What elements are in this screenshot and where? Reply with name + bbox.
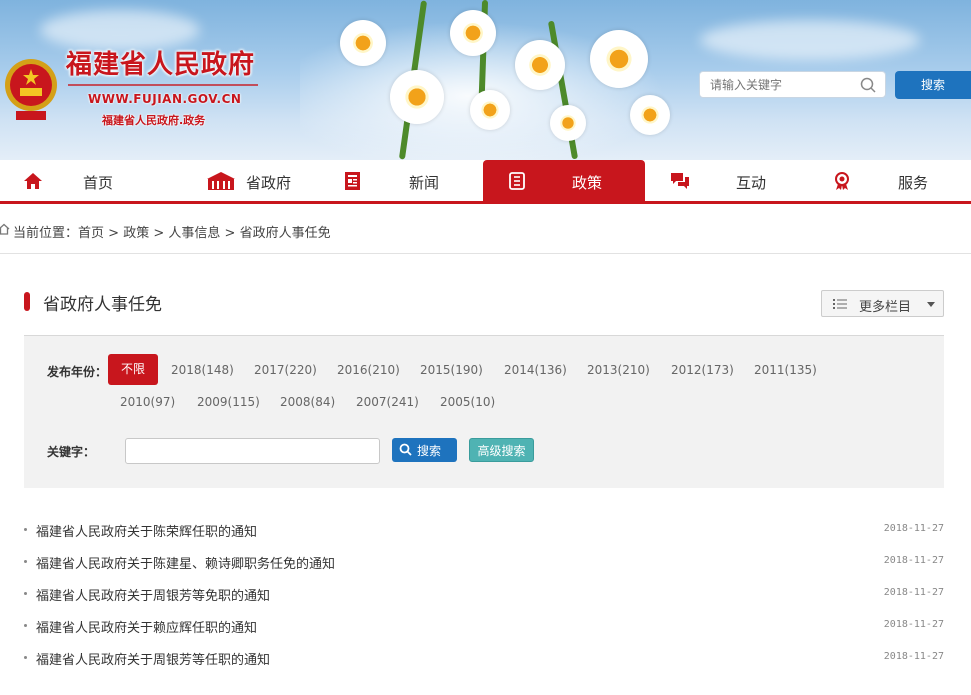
advanced-search-button[interactable]: 高级搜索	[469, 438, 534, 462]
breadcrumb-separator: >	[149, 226, 169, 241]
nav-label: 新闻	[409, 174, 440, 192]
site-search-button[interactable]: 搜索	[895, 71, 971, 99]
article-title-link[interactable]: 福建省人民政府关于赖应辉任职的通知	[36, 617, 257, 636]
article-title-link[interactable]: 福建省人民政府关于陈建星、赖诗卿职务任免的通知	[36, 553, 335, 572]
list-item: 福建省人民政府关于陈荣辉任职的通知 2018-11-27	[24, 513, 944, 545]
article-title-link[interactable]: 福建省人民政府关于周银芳等任职的通知	[36, 649, 270, 668]
search-icon[interactable]	[860, 77, 876, 93]
site-search-box	[699, 71, 886, 98]
year-option[interactable]: 2007(241)	[356, 395, 419, 409]
keyword-search-label: 搜索	[417, 444, 442, 458]
article-date: 2018-11-27	[883, 523, 944, 534]
chevron-down-icon	[927, 302, 935, 307]
site-search-input[interactable]	[700, 72, 850, 97]
nav-label: 服务	[898, 174, 929, 192]
year-option[interactable]: 2008(84)	[280, 395, 335, 409]
site-url: WWW.FUJIAN.GOV.CN	[88, 92, 242, 106]
nav-item-interaction[interactable]: 互动	[645, 160, 807, 201]
national-emblem-icon	[5, 59, 57, 120]
article-date: 2018-11-27	[883, 555, 944, 566]
keyword-label: 关键字：	[47, 445, 96, 459]
section-title: 省政府人事任免	[43, 295, 162, 315]
nav-label: 政策	[572, 174, 603, 192]
article-date: 2018-11-27	[883, 587, 944, 598]
chat-icon	[671, 173, 689, 189]
header-banner: 福建省人民政府 WWW.FUJIAN.GOV.CN 福建省人民政府.政务 搜索	[0, 0, 971, 160]
service-icon	[835, 172, 849, 190]
nav-item-news[interactable]: 新闻	[322, 160, 483, 201]
article-date: 2018-11-27	[883, 651, 944, 662]
bullet-icon	[24, 560, 27, 563]
year-option[interactable]: 2009(115)	[197, 395, 260, 409]
breadcrumb-link-policy[interactable]: 政策	[123, 226, 149, 241]
more-columns-label: 更多栏目	[859, 300, 912, 315]
breadcrumb: 当前位置：首页 > 政策 > 人事信息 > 省政府人事任免	[0, 204, 971, 254]
year-option[interactable]: 2017(220)	[254, 363, 317, 377]
narcissus-photo	[300, 0, 720, 160]
home-icon	[0, 223, 10, 235]
breadcrumb-prefix: 当前位置：	[13, 226, 79, 241]
nav-label: 互动	[736, 174, 767, 192]
article-title-link[interactable]: 福建省人民政府关于周银芳等免职的通知	[36, 585, 270, 604]
search-icon	[399, 443, 412, 456]
keyword-input[interactable]	[125, 438, 380, 464]
year-option-all[interactable]: 不限	[108, 354, 158, 385]
nav-item-service[interactable]: 服务	[807, 160, 971, 201]
document-icon	[509, 172, 525, 190]
article-list: 福建省人民政府关于陈荣辉任职的通知 2018-11-27 福建省人民政府关于陈建…	[24, 513, 944, 673]
year-option[interactable]: 2013(210)	[587, 363, 650, 377]
year-option[interactable]: 2018(148)	[171, 363, 234, 377]
keyword-search-button[interactable]: 搜索	[392, 438, 457, 462]
building-icon	[207, 172, 235, 190]
year-option[interactable]: 2015(190)	[420, 363, 483, 377]
filter-panel: 发布年份： 不限 2018(148) 2017(220) 2016(210) 2…	[24, 336, 944, 488]
list-item: 福建省人民政府关于周银芳等免职的通知 2018-11-27	[24, 577, 944, 609]
nav-label: 省政府	[246, 174, 292, 192]
cloud-decoration	[700, 20, 920, 60]
newspaper-icon	[345, 172, 360, 190]
main-nav: 首页 省政府 新闻 政策 互动 服务	[0, 160, 971, 204]
home-icon	[24, 173, 42, 189]
year-option[interactable]: 2016(210)	[337, 363, 400, 377]
article-title-link[interactable]: 福建省人民政府关于陈荣辉任职的通知	[36, 521, 257, 540]
year-option[interactable]: 2012(173)	[671, 363, 734, 377]
nav-item-government[interactable]: 省政府	[160, 160, 322, 201]
bullet-icon	[24, 656, 27, 659]
year-option[interactable]: 2014(136)	[504, 363, 567, 377]
site-subtitle: 福建省人民政府.政务	[102, 114, 206, 127]
nav-item-policy[interactable]: 政策	[483, 160, 645, 201]
breadcrumb-link-personnel[interactable]: 人事信息	[168, 226, 220, 241]
bullet-icon	[24, 528, 27, 531]
breadcrumb-separator: >	[220, 226, 240, 241]
year-filter-label: 发布年份：	[47, 365, 108, 379]
bullet-icon	[24, 592, 27, 595]
nav-label: 首页	[83, 174, 114, 192]
site-title: 福建省人民政府	[66, 50, 256, 80]
list-item: 福建省人民政府关于赖应辉任职的通知 2018-11-27	[24, 609, 944, 641]
bullet-icon	[24, 624, 27, 627]
year-option[interactable]: 2010(97)	[120, 395, 175, 409]
list-item: 福建省人民政府关于陈建星、赖诗卿职务任免的通知 2018-11-27	[24, 545, 944, 577]
list-icon	[833, 299, 847, 309]
nav-item-home[interactable]: 首页	[0, 160, 160, 201]
section-accent-bar	[24, 292, 30, 311]
year-option[interactable]: 2005(10)	[440, 395, 495, 409]
breadcrumb-link-home[interactable]: 首页	[78, 226, 104, 241]
year-option[interactable]: 2011(135)	[754, 363, 817, 377]
article-date: 2018-11-27	[883, 619, 944, 630]
title-divider	[68, 84, 258, 86]
more-columns-button[interactable]: 更多栏目	[821, 290, 944, 317]
list-item: 福建省人民政府关于周银芳等任职的通知 2018-11-27	[24, 641, 944, 673]
breadcrumb-current[interactable]: 省政府人事任免	[240, 226, 331, 241]
breadcrumb-separator: >	[104, 226, 124, 241]
section-header: 省政府人事任免 更多栏目	[24, 286, 944, 336]
